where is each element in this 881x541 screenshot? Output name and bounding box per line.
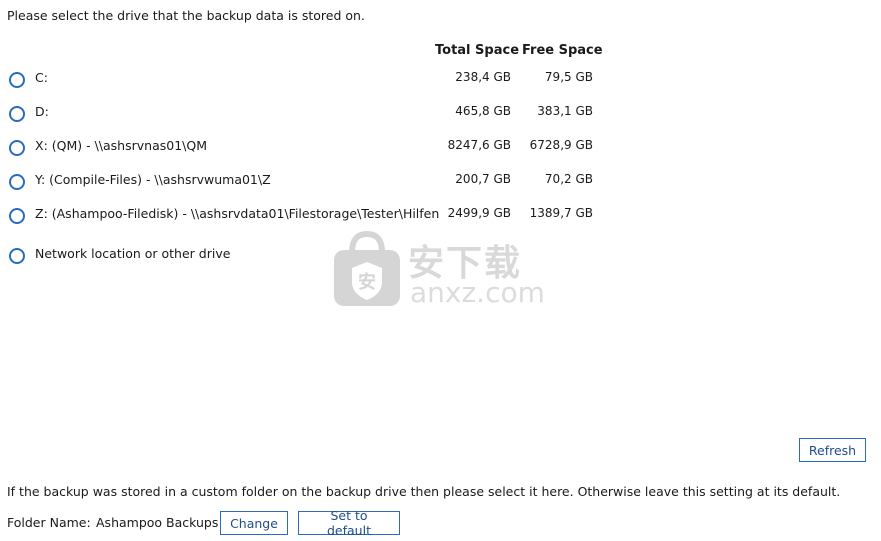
watermark: 安 安下载 anxz.com bbox=[332, 230, 547, 310]
svg-text:安: 安 bbox=[358, 271, 376, 293]
radio-button[interactable] bbox=[9, 248, 25, 264]
custom-folder-note: If the backup was stored in a custom fol… bbox=[7, 484, 841, 499]
backup-drive-selection-panel: Please select the drive that the backup … bbox=[0, 0, 881, 541]
drive-total-space: 238,4 GB bbox=[455, 70, 511, 84]
radio-button[interactable] bbox=[9, 106, 25, 122]
change-folder-button[interactable]: Change bbox=[220, 511, 288, 535]
drive-total-space: 2499,9 GB bbox=[447, 206, 511, 220]
drive-label: Y: (Compile-Files) - \\ashsrvwuma01\Z bbox=[35, 172, 271, 187]
drive-free-space: 70,2 GB bbox=[544, 172, 593, 186]
drive-free-space: 383,1 GB bbox=[537, 104, 593, 118]
drive-free-space: 6728,9 GB bbox=[529, 138, 593, 152]
instruction-text: Please select the drive that the backup … bbox=[7, 8, 365, 23]
drive-free-space: 1389,7 GB bbox=[529, 206, 593, 220]
drive-total-space: 465,8 GB bbox=[455, 104, 511, 118]
drive-label: Z: (Ashampoo-Filedisk) - \\ashsrvdata01\… bbox=[35, 206, 440, 221]
drive-total-space: 200,7 GB bbox=[455, 172, 511, 186]
folder-name-value: Ashampoo Backups bbox=[96, 515, 219, 530]
drive-label: X: (QM) - \\ashsrvnas01\QM bbox=[35, 138, 207, 153]
radio-button[interactable] bbox=[9, 208, 25, 224]
drive-option-d[interactable]: D: 465,8 GB 383,1 GB bbox=[0, 104, 640, 126]
folder-name-label: Folder Name: bbox=[7, 515, 91, 530]
set-to-default-button[interactable]: Set to default bbox=[298, 508, 400, 538]
refresh-button[interactable]: Refresh bbox=[799, 438, 866, 462]
watermark-en-text: anxz.com bbox=[410, 276, 545, 309]
drive-free-space: 79,5 GB bbox=[544, 70, 593, 84]
radio-button[interactable] bbox=[9, 140, 25, 156]
drive-total-space: 8247,6 GB bbox=[447, 138, 511, 152]
drive-option-z[interactable]: Z: (Ashampoo-Filedisk) - \\ashsrvdata01\… bbox=[0, 206, 640, 228]
drive-option-c[interactable]: C: 238,4 GB 79,5 GB bbox=[0, 70, 640, 92]
drive-option-y[interactable]: Y: (Compile-Files) - \\ashsrvwuma01\Z 20… bbox=[0, 172, 640, 194]
column-header-free-space: Free Space bbox=[522, 43, 603, 58]
drive-label: D: bbox=[35, 104, 49, 119]
network-option-label: Network location or other drive bbox=[35, 246, 231, 261]
drive-option-x[interactable]: X: (QM) - \\ashsrvnas01\QM 8247,6 GB 672… bbox=[0, 138, 640, 160]
radio-button[interactable] bbox=[9, 72, 25, 88]
radio-button[interactable] bbox=[9, 174, 25, 190]
column-header-total-space: Total Space bbox=[435, 43, 520, 58]
shopping-bag-icon: 安 bbox=[334, 230, 400, 306]
drive-label: C: bbox=[35, 70, 48, 85]
